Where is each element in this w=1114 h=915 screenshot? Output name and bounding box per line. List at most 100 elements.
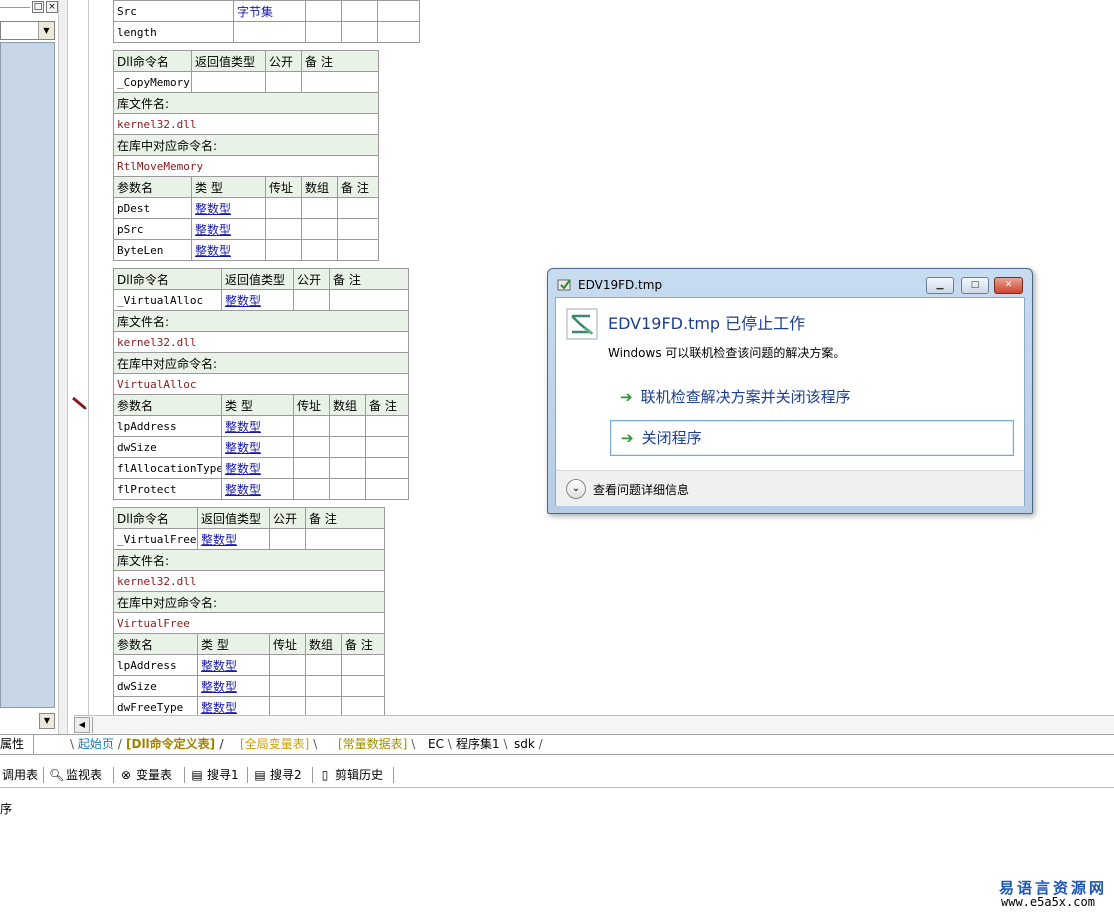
dll-command-name[interactable]: _VirtualAlloc bbox=[113, 289, 222, 311]
param-remark[interactable] bbox=[364, 415, 410, 437]
lib-command-value[interactable]: RtlMoveMemory bbox=[112, 155, 380, 177]
lib-command-value[interactable]: VirtualAlloc bbox=[112, 373, 410, 395]
param-array[interactable] bbox=[329, 415, 366, 437]
tab-constants[interactable]: [常量数据表] \ bbox=[338, 735, 415, 755]
param-name[interactable]: flProtect bbox=[113, 478, 222, 500]
clip-history-button[interactable]: ▯ 剪辑历史 bbox=[318, 765, 383, 785]
param-byref[interactable] bbox=[293, 436, 330, 458]
param-array[interactable] bbox=[329, 436, 366, 458]
param-array[interactable] bbox=[329, 478, 366, 500]
param-remark[interactable] bbox=[364, 478, 410, 500]
param-type[interactable]: 整数型 bbox=[191, 197, 266, 219]
close-program-button[interactable]: ➔ 关闭程序 bbox=[610, 420, 1014, 456]
search2-button[interactable]: ▤ 搜寻2 bbox=[253, 765, 301, 785]
return-type-cell[interactable]: 整数型 bbox=[221, 289, 294, 311]
param-type[interactable]: 整数型 bbox=[191, 239, 266, 261]
return-type-cell[interactable]: 整数型 bbox=[197, 528, 270, 550]
param-byref[interactable] bbox=[269, 675, 306, 697]
param-name[interactable]: pSrc bbox=[113, 218, 192, 240]
param-remark[interactable] bbox=[364, 436, 410, 458]
details-label[interactable]: 查看问题详细信息 bbox=[593, 481, 689, 498]
call-table-button[interactable]: 调用表 bbox=[2, 765, 38, 785]
param-name[interactable]: lpAddress bbox=[113, 415, 222, 437]
param-byref[interactable] bbox=[305, 0, 342, 22]
remark-cell[interactable] bbox=[328, 289, 410, 311]
variable-table-button[interactable]: ⊗ 变量表 bbox=[119, 765, 172, 785]
public-cell[interactable] bbox=[265, 71, 302, 93]
expand-details-icon[interactable]: ⌄ bbox=[566, 479, 586, 499]
tab-global-variables[interactable]: [全局变量表] \ bbox=[240, 735, 317, 755]
param-array[interactable] bbox=[301, 239, 338, 261]
param-remark[interactable] bbox=[340, 675, 386, 697]
param-remark[interactable] bbox=[336, 197, 380, 219]
param-array[interactable] bbox=[301, 197, 338, 219]
lib-command-value[interactable]: VirtualFree bbox=[112, 612, 386, 634]
param-type[interactable]: 整数型 bbox=[221, 457, 294, 479]
param-remark[interactable] bbox=[377, 21, 420, 43]
param-remark[interactable] bbox=[340, 654, 386, 676]
param-array[interactable] bbox=[305, 675, 342, 697]
param-type[interactable]: 整数型 bbox=[197, 675, 270, 697]
param-name[interactable]: length bbox=[113, 21, 234, 43]
param-remark[interactable] bbox=[364, 457, 410, 479]
param-remark[interactable] bbox=[336, 239, 380, 261]
param-remark[interactable] bbox=[377, 0, 420, 22]
param-byref[interactable] bbox=[265, 239, 302, 261]
tab-start-page[interactable]: \ 起始页 / bbox=[70, 735, 122, 755]
lib-file-value[interactable]: kernel32.dll bbox=[112, 113, 380, 135]
lib-file-value[interactable]: kernel32.dll bbox=[112, 331, 410, 353]
close-panel-icon[interactable]: × bbox=[46, 1, 58, 13]
chevron-down-icon[interactable]: ▼ bbox=[38, 22, 54, 39]
param-remark[interactable] bbox=[336, 218, 380, 240]
search1-button[interactable]: ▤ 搜寻1 bbox=[190, 765, 238, 785]
param-type[interactable]: 字节集 bbox=[233, 0, 306, 22]
param-byref[interactable] bbox=[293, 415, 330, 437]
panel-tree-view[interactable] bbox=[0, 42, 55, 708]
param-byref[interactable] bbox=[269, 654, 306, 676]
close-icon[interactable]: ✕ bbox=[994, 277, 1023, 294]
tab-sdk[interactable]: sdk / bbox=[514, 735, 543, 755]
maximize-icon[interactable]: □ bbox=[961, 277, 989, 294]
param-byref[interactable] bbox=[305, 21, 342, 43]
public-cell[interactable] bbox=[269, 528, 306, 550]
param-name[interactable]: pDest bbox=[113, 197, 192, 219]
param-type[interactable]: 整数型 bbox=[197, 654, 270, 676]
tab-ec[interactable]: EC \ bbox=[428, 735, 452, 755]
param-type[interactable]: 整数型 bbox=[221, 478, 294, 500]
param-name[interactable]: dwSize bbox=[113, 436, 222, 458]
param-byref[interactable] bbox=[265, 197, 302, 219]
param-array[interactable] bbox=[301, 218, 338, 240]
public-cell[interactable] bbox=[293, 289, 330, 311]
param-array[interactable] bbox=[305, 654, 342, 676]
return-type-cell[interactable] bbox=[191, 71, 266, 93]
param-name[interactable]: Src bbox=[113, 0, 234, 22]
panel-splitter[interactable] bbox=[58, 0, 68, 735]
minimize-icon[interactable]: ▁ bbox=[926, 277, 954, 294]
scroll-down-icon[interactable]: ▼ bbox=[39, 713, 55, 729]
dll-command-name[interactable]: _VirtualFree bbox=[113, 528, 198, 550]
param-array[interactable] bbox=[329, 457, 366, 479]
param-array[interactable] bbox=[341, 21, 378, 43]
param-type[interactable]: 整数型 bbox=[221, 436, 294, 458]
lib-file-value[interactable]: kernel32.dll bbox=[112, 570, 386, 592]
dll-command-name[interactable]: _CopyMemory bbox=[113, 71, 192, 93]
param-type[interactable] bbox=[233, 21, 306, 43]
param-array[interactable] bbox=[341, 0, 378, 22]
param-name[interactable]: flAllocationType bbox=[113, 457, 222, 479]
scrollbar-thumb[interactable] bbox=[92, 717, 184, 733]
tab-assembly1[interactable]: 程序集1 \ bbox=[456, 735, 508, 755]
param-name[interactable]: ByteLen bbox=[113, 239, 192, 261]
tab-properties[interactable]: 属性 bbox=[0, 735, 34, 755]
horizontal-scrollbar[interactable]: ◀ bbox=[74, 715, 1114, 733]
param-type[interactable]: 整数型 bbox=[221, 415, 294, 437]
param-byref[interactable] bbox=[293, 478, 330, 500]
param-byref[interactable] bbox=[293, 457, 330, 479]
remark-cell[interactable] bbox=[304, 528, 386, 550]
param-byref[interactable] bbox=[265, 218, 302, 240]
watch-table-button[interactable]: 🔍︎ 监视表 bbox=[49, 765, 102, 785]
param-name[interactable]: lpAddress bbox=[113, 654, 198, 676]
remark-cell[interactable] bbox=[300, 71, 380, 93]
param-type[interactable]: 整数型 bbox=[191, 218, 266, 240]
check-online-button[interactable]: ➔ 联机检查解决方案并关闭该程序 bbox=[610, 380, 1014, 416]
tab-dll-commands[interactable]: [Dll命令定义表] / bbox=[126, 735, 224, 755]
